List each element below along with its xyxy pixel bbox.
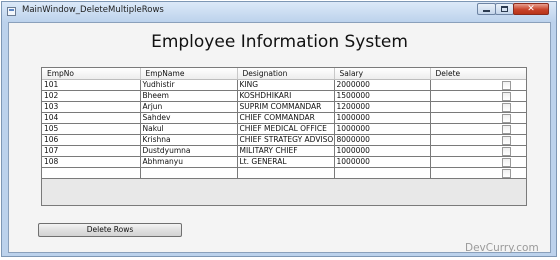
grid-header-row: EmpNo EmpName Designation Salary Delete <box>42 68 526 80</box>
delete-checkbox[interactable] <box>501 124 511 134</box>
cell-designation[interactable]: SUPRIM COMMANDAR <box>237 101 335 113</box>
cell-salary[interactable]: 1000000 <box>334 145 431 157</box>
cell-name[interactable]: Yudhistir <box>140 79 238 91</box>
cell-delete <box>430 134 526 146</box>
cell-salary[interactable]: 1000000 <box>334 123 431 135</box>
cell-designation[interactable]: KING <box>237 79 335 91</box>
cell-salary[interactable]: 1000000 <box>334 156 431 168</box>
cell-designation[interactable]: KOSHDHIKARI <box>237 90 335 102</box>
page-title: Employee Information System <box>151 32 408 52</box>
cell-empno[interactable]: 101 <box>42 79 141 91</box>
cell-delete <box>430 123 526 135</box>
cell-designation[interactable]: CHIEF MEDICAL OFFICE <box>237 123 335 135</box>
delete-checkbox[interactable] <box>501 168 511 178</box>
cell-empno[interactable]: 106 <box>42 134 141 146</box>
cell-name[interactable]: Dustdyumna <box>140 145 238 157</box>
cell-empno[interactable]: 105 <box>42 123 141 135</box>
delete-checkbox[interactable] <box>501 135 511 145</box>
cell-name[interactable]: Abhmanyu <box>140 156 238 168</box>
cell-delete <box>430 112 526 124</box>
table-row[interactable]: 105 Nakul CHIEF MEDICAL OFFICE 1000000 <box>42 123 526 135</box>
cell-delete <box>430 90 526 102</box>
main-window: MainWindow_DeleteMultipleRows ✕ Employee… <box>1 1 557 257</box>
title-bar[interactable]: MainWindow_DeleteMultipleRows ✕ <box>2 2 556 22</box>
cell-designation[interactable]: CHIEF COMMANDAR <box>237 112 335 124</box>
cell-empno[interactable]: 104 <box>42 112 141 124</box>
watermark: DevCurry.com <box>465 242 539 254</box>
column-header-delete[interactable]: Delete <box>430 68 526 80</box>
cell-designation[interactable] <box>237 167 335 179</box>
cell-delete <box>430 156 526 168</box>
cell-name[interactable]: Krishna <box>140 134 238 146</box>
cell-designation[interactable]: Lt. GENERAL <box>237 156 335 168</box>
table-row[interactable]: 101 Yudhistir KING 2000000 <box>42 79 526 91</box>
delete-checkbox[interactable] <box>501 113 511 123</box>
cell-salary[interactable]: 1500000 <box>334 90 431 102</box>
delete-checkbox[interactable] <box>501 157 511 167</box>
table-row[interactable]: 106 Krishna CHIEF STRATEGY ADVISO 8000000 <box>42 134 526 146</box>
cell-name[interactable]: Nakul <box>140 123 238 135</box>
maximize-icon <box>501 6 508 12</box>
cell-delete <box>430 145 526 157</box>
cell-name[interactable]: Sahdev <box>140 112 238 124</box>
table-row[interactable]: 107 Dustdyumna MILITARY CHIEF 1000000 <box>42 145 526 157</box>
table-row[interactable]: 102 Bheem KOSHDHIKARI 1500000 <box>42 90 526 102</box>
cell-empno[interactable]: 108 <box>42 156 141 168</box>
cell-name[interactable]: Bheem <box>140 90 238 102</box>
column-header-salary[interactable]: Salary <box>334 68 431 80</box>
cell-empno[interactable] <box>42 167 141 179</box>
client-area: Employee Information System EmpNo EmpNam… <box>8 22 551 253</box>
delete-checkbox[interactable] <box>501 146 511 156</box>
cell-empno[interactable]: 107 <box>42 145 141 157</box>
delete-checkbox[interactable] <box>501 102 511 112</box>
cell-salary[interactable]: 1000000 <box>334 112 431 124</box>
delete-checkbox[interactable] <box>501 91 511 101</box>
cell-designation[interactable]: CHIEF STRATEGY ADVISO <box>237 134 335 146</box>
table-row[interactable]: 103 Arjun SUPRIM COMMANDAR 1200000 <box>42 101 526 113</box>
cell-salary[interactable]: 8000000 <box>334 134 431 146</box>
cell-empno[interactable]: 103 <box>42 101 141 113</box>
cell-salary[interactable]: 2000000 <box>334 79 431 91</box>
cell-designation[interactable]: MILITARY CHIEF <box>237 145 335 157</box>
cell-empno[interactable]: 102 <box>42 90 141 102</box>
column-header-designation[interactable]: Designation <box>237 68 335 80</box>
cell-name[interactable]: Arjun <box>140 101 238 113</box>
table-row[interactable]: 108 Abhmanyu Lt. GENERAL 1000000 <box>42 156 526 168</box>
window-icon <box>7 7 16 16</box>
cell-delete <box>430 79 526 91</box>
delete-checkbox[interactable] <box>501 80 511 90</box>
cell-salary[interactable]: 1200000 <box>334 101 431 113</box>
column-header-empno[interactable]: EmpNo <box>42 68 141 80</box>
close-button[interactable]: ✕ <box>513 3 549 15</box>
cell-name[interactable] <box>140 167 238 179</box>
minimize-icon <box>483 10 490 12</box>
window-title: MainWindow_DeleteMultipleRows <box>22 5 164 15</box>
table-row[interactable]: 104 Sahdev CHIEF COMMANDAR 1000000 <box>42 112 526 124</box>
employee-grid[interactable]: EmpNo EmpName Designation Salary Delete … <box>41 67 527 206</box>
cell-delete <box>430 167 526 179</box>
table-row[interactable] <box>42 167 526 179</box>
cell-delete <box>430 101 526 113</box>
maximize-button[interactable] <box>495 3 514 15</box>
close-icon: ✕ <box>527 4 535 14</box>
cell-salary[interactable] <box>334 167 431 179</box>
delete-rows-button[interactable]: Delete Rows <box>38 223 182 237</box>
column-header-empname[interactable]: EmpName <box>140 68 238 80</box>
minimize-button[interactable] <box>477 3 496 15</box>
